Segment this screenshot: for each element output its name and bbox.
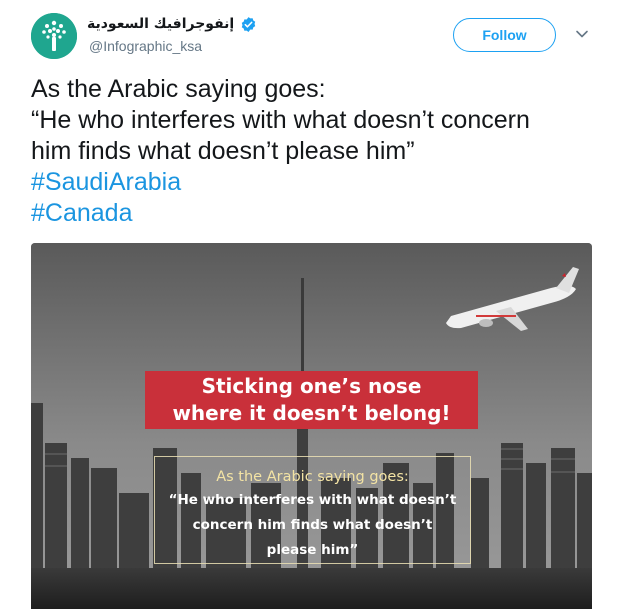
quote-line: concern him finds what doesn’t <box>192 517 433 533</box>
quote-line: please him” <box>266 542 359 558</box>
tweet-text-line: As the Arabic saying goes: <box>31 75 326 103</box>
display-name-row[interactable]: إنفوجرافيك السعودية <box>87 14 257 34</box>
tweet-text-line: him finds what doesn’t please him” <box>31 137 415 165</box>
display-name[interactable]: إنفوجرافيك السعودية <box>87 16 234 32</box>
tweet-text-line: “He who interferes with what doesn’t con… <box>31 106 530 134</box>
tweet-text: As the Arabic saying goes: “He who inter… <box>31 74 601 229</box>
author-handle[interactable]: @Infographic_ksa <box>89 38 202 54</box>
hashtag-link[interactable]: #Canada <box>31 198 601 229</box>
banner-line: Sticking one’s nose <box>201 374 422 398</box>
headline-banner: Sticking one’s nose where it doesn’t bel… <box>145 371 478 429</box>
quote-heading: As the Arabic saying goes: <box>216 469 409 485</box>
follow-button[interactable]: Follow <box>453 18 556 52</box>
verified-badge-icon <box>241 16 256 32</box>
chevron-down-icon[interactable] <box>574 26 590 42</box>
tweet-media-image[interactable]: Sticking one’s nose where it doesn’t bel… <box>31 243 592 609</box>
tweet-header: إنفوجرافيك السعودية @Infographic_ksa Fol… <box>0 0 622 64</box>
quote-box: As the Arabic saying goes: “He who inter… <box>154 456 471 564</box>
banner-line: where it doesn’t belong! <box>172 401 451 425</box>
avatar[interactable] <box>31 13 77 59</box>
tree-logo-icon <box>31 13 77 59</box>
hashtag-link[interactable]: #SaudiArabia <box>31 167 601 198</box>
quote-line: “He who interferes with what doesn’t <box>168 492 457 508</box>
